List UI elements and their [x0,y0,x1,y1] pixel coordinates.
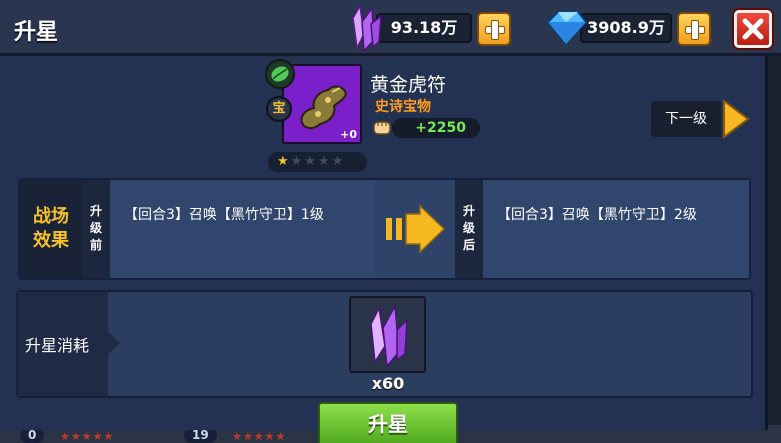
after-upgrade-tab: 升级后 [455,180,483,278]
star-empty-icon: ★★★★ [290,154,346,169]
next-level-button[interactable]: 下一级 [651,101,721,137]
before-upgrade-tab: 升级前 [82,180,110,278]
fist-power-icon [373,121,391,135]
item-name: 黄金虎符 [370,74,447,96]
star-filled-icon: ★ [277,154,291,169]
upgrade-arrow-icon [386,204,446,254]
cost-quantity: x60 [371,374,405,393]
green-leaf-badge [265,59,295,89]
upgrade-arrow-area [374,180,454,278]
purple-crystal-icon [352,4,382,53]
close-button[interactable] [734,10,772,48]
after-upgrade-tab-text: 升级后 [462,204,475,252]
leaf-icon [271,66,289,82]
cost-item-slot[interactable] [349,296,426,373]
after-upgrade-effect: 【回合3】召唤【黑竹守卫】2级 [483,180,749,278]
item-rarity: 史诗宝物 [375,99,431,115]
background-stars-left: ★★★★★ [60,430,115,443]
background-stars-right: ★★★★★ [232,430,287,443]
treasure-type-badge: 宝 [266,96,292,122]
battle-effect-label: 战场效果 [20,180,82,278]
purple-crystal-icon [370,303,408,368]
add-crystal-button[interactable] [477,12,511,46]
before-upgrade-tab-text: 升级前 [89,204,102,252]
blue-gem-icon [546,11,588,46]
panel-title: 升星 [14,20,59,45]
crystal-amount: 93.18万 [376,13,472,43]
cost-label: 升星消耗 [25,336,90,355]
power-value: +2250 [392,118,480,138]
item-level-badge: +0 [340,128,357,141]
gem-amount: 3908.9万 [580,13,672,43]
cost-label-pointer [108,332,120,354]
add-gem-button[interactable] [677,12,711,46]
before-upgrade-effect: 【回合3】召唤【黑竹守卫】1级 [110,180,374,278]
star-rating: ★★★★★ [268,152,367,172]
next-level-arrow-icon[interactable] [722,99,750,139]
close-icon [742,18,764,40]
battle-effect-label-text: 战场效果 [33,206,69,251]
upgrade-star-button[interactable]: 升星 [318,402,458,443]
